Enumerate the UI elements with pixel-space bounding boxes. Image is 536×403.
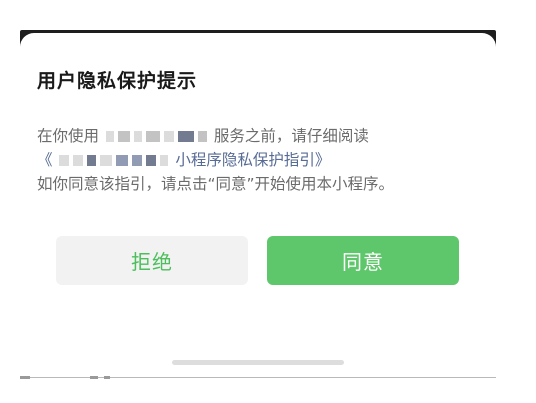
- agree-button[interactable]: 同意: [267, 236, 459, 285]
- home-indicator[interactable]: [172, 360, 344, 365]
- dialog-body-line-3: 如你同意该指引，请点击“同意”开始使用本小程序。: [37, 175, 395, 193]
- body-prefix: 在你使用: [37, 127, 100, 145]
- open-quote: 《: [37, 151, 53, 169]
- dialog-body-line-2: 《 小程序隐私保护指引》: [37, 149, 477, 171]
- dialog-body-line-1: 在你使用 服务之前，请仔细阅读: [37, 125, 477, 147]
- redacted-app-name: [104, 127, 214, 145]
- bottom-edge-marks: [20, 376, 120, 382]
- redacted-link-name[interactable]: [57, 151, 175, 169]
- dialog-title: 用户隐私保护提示: [37, 70, 198, 92]
- body-suffix: 服务之前，请仔细阅读: [213, 127, 369, 145]
- screen: 用户隐私保护提示 在你使用 服务之前，请仔细阅读 《 小程序隐私保护指引》 如你…: [0, 0, 536, 403]
- reject-button[interactable]: 拒绝: [56, 236, 248, 285]
- privacy-guide-link[interactable]: 小程序隐私保护指引》: [175, 151, 330, 169]
